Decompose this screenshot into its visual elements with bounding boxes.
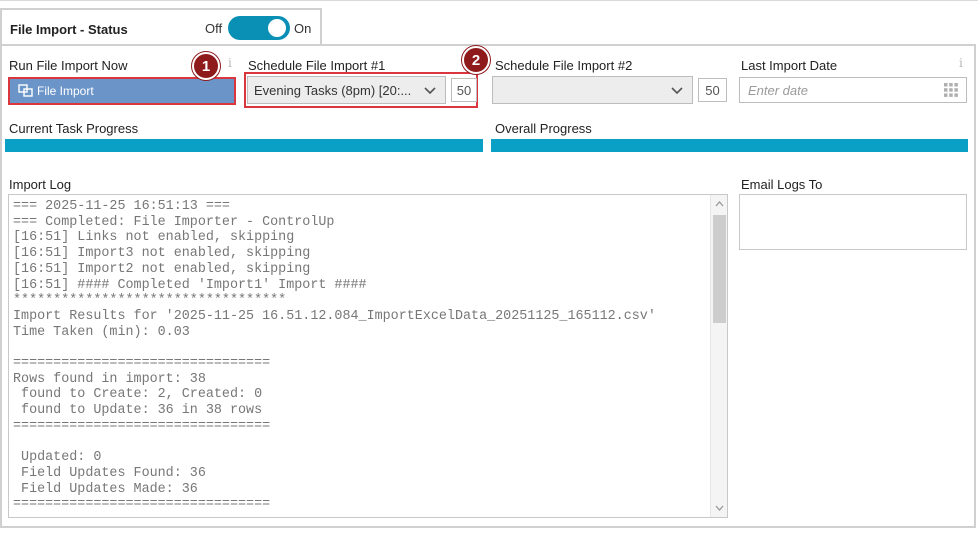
log-line: [16:51] Import3 not enabled, skipping [13, 246, 311, 262]
current-progress-label: Current Task Progress [9, 121, 139, 136]
import-log-content: === 2025-11-25 16:51:13 === === Completed… [13, 199, 656, 513]
log-line: Updated: 0 [13, 450, 102, 466]
chevron-down-icon [671, 87, 683, 95]
log-line: Field Updates Made: 36 [13, 481, 198, 497]
info-icon[interactable]: i [228, 56, 232, 70]
overall-progress-bar [491, 139, 968, 152]
step-badge-2: 2 [462, 46, 490, 74]
schedule2-number[interactable]: 50 [698, 78, 727, 102]
toggle-off-label: Off [205, 21, 223, 36]
log-line: found to Update: 36 in 38 rows [13, 403, 263, 419]
schedule1-selected: Evening Tasks (8pm) [20:... [254, 82, 412, 98]
info-icon[interactable]: i [959, 56, 963, 70]
import-log-textarea[interactable]: === 2025-11-25 16:51:13 === === Completed… [8, 194, 728, 518]
status-tab[interactable]: File Import - Status Off On [0, 8, 322, 46]
overall-progress-label: Overall Progress [495, 121, 592, 136]
schedule2-label: Schedule File Import #2 [495, 58, 633, 73]
log-line: === 2025-11-25 16:51:13 === [13, 199, 230, 214]
date-placeholder: Enter date [748, 83, 808, 98]
chevron-down-icon[interactable] [714, 503, 725, 513]
calendar-icon[interactable] [944, 83, 958, 97]
schedule1-label: Schedule File Import #1 [248, 58, 386, 73]
schedule1-number[interactable]: 50 [451, 78, 477, 102]
last-import-date-input[interactable]: Enter date [739, 77, 967, 103]
chevron-down-icon [424, 87, 436, 95]
last-import-label: Last Import Date [741, 58, 838, 73]
log-line: found to Create: 2, Created: 0 [13, 387, 263, 403]
log-scrollbar[interactable] [710, 195, 727, 517]
import-log-label: Import Log [9, 177, 72, 192]
status-toggle[interactable] [228, 16, 290, 40]
log-line: [16:51] #### Completed 'Import1' Import … [13, 277, 367, 293]
current-task-progress-bar [5, 139, 483, 152]
tab-title: File Import - Status [10, 22, 128, 37]
log-line: ********************************** [13, 293, 287, 309]
log-line: [16:51] Import2 not enabled, skipping [13, 261, 311, 277]
run-now-label: Run File Import Now [9, 58, 128, 73]
log-line: Field Updates Found: 36 [13, 465, 206, 481]
step-badge-1: 1 [192, 52, 220, 80]
log-line: ================================ [13, 497, 271, 513]
top-divider [0, 0, 978, 4]
log-line: Rows found in import: 38 [13, 371, 206, 387]
log-line: Import Results for '2025-11-25 16.51.12.… [13, 308, 656, 324]
chevron-up-icon[interactable] [714, 199, 725, 209]
log-line: Time Taken (min): 0.03 [13, 324, 190, 340]
log-line: ================================ [13, 418, 271, 434]
toggle-knob [268, 19, 286, 37]
file-import-button-label: File Import [37, 84, 94, 98]
log-line: [16:51] Links not enabled, skipping [13, 230, 295, 246]
schedule2-select[interactable] [492, 76, 693, 104]
file-import-button[interactable]: File Import [8, 77, 236, 105]
import-file-icon [18, 84, 33, 97]
log-line: === Completed: File Importer - ControlUp [13, 214, 335, 230]
toggle-on-label: On [294, 21, 312, 36]
scroll-thumb[interactable] [713, 215, 726, 323]
log-line: ================================ [13, 356, 271, 372]
schedule1-select[interactable]: Evening Tasks (8pm) [20:... [247, 76, 446, 104]
email-logs-input[interactable] [739, 194, 967, 250]
email-logs-label: Email Logs To [741, 177, 823, 192]
